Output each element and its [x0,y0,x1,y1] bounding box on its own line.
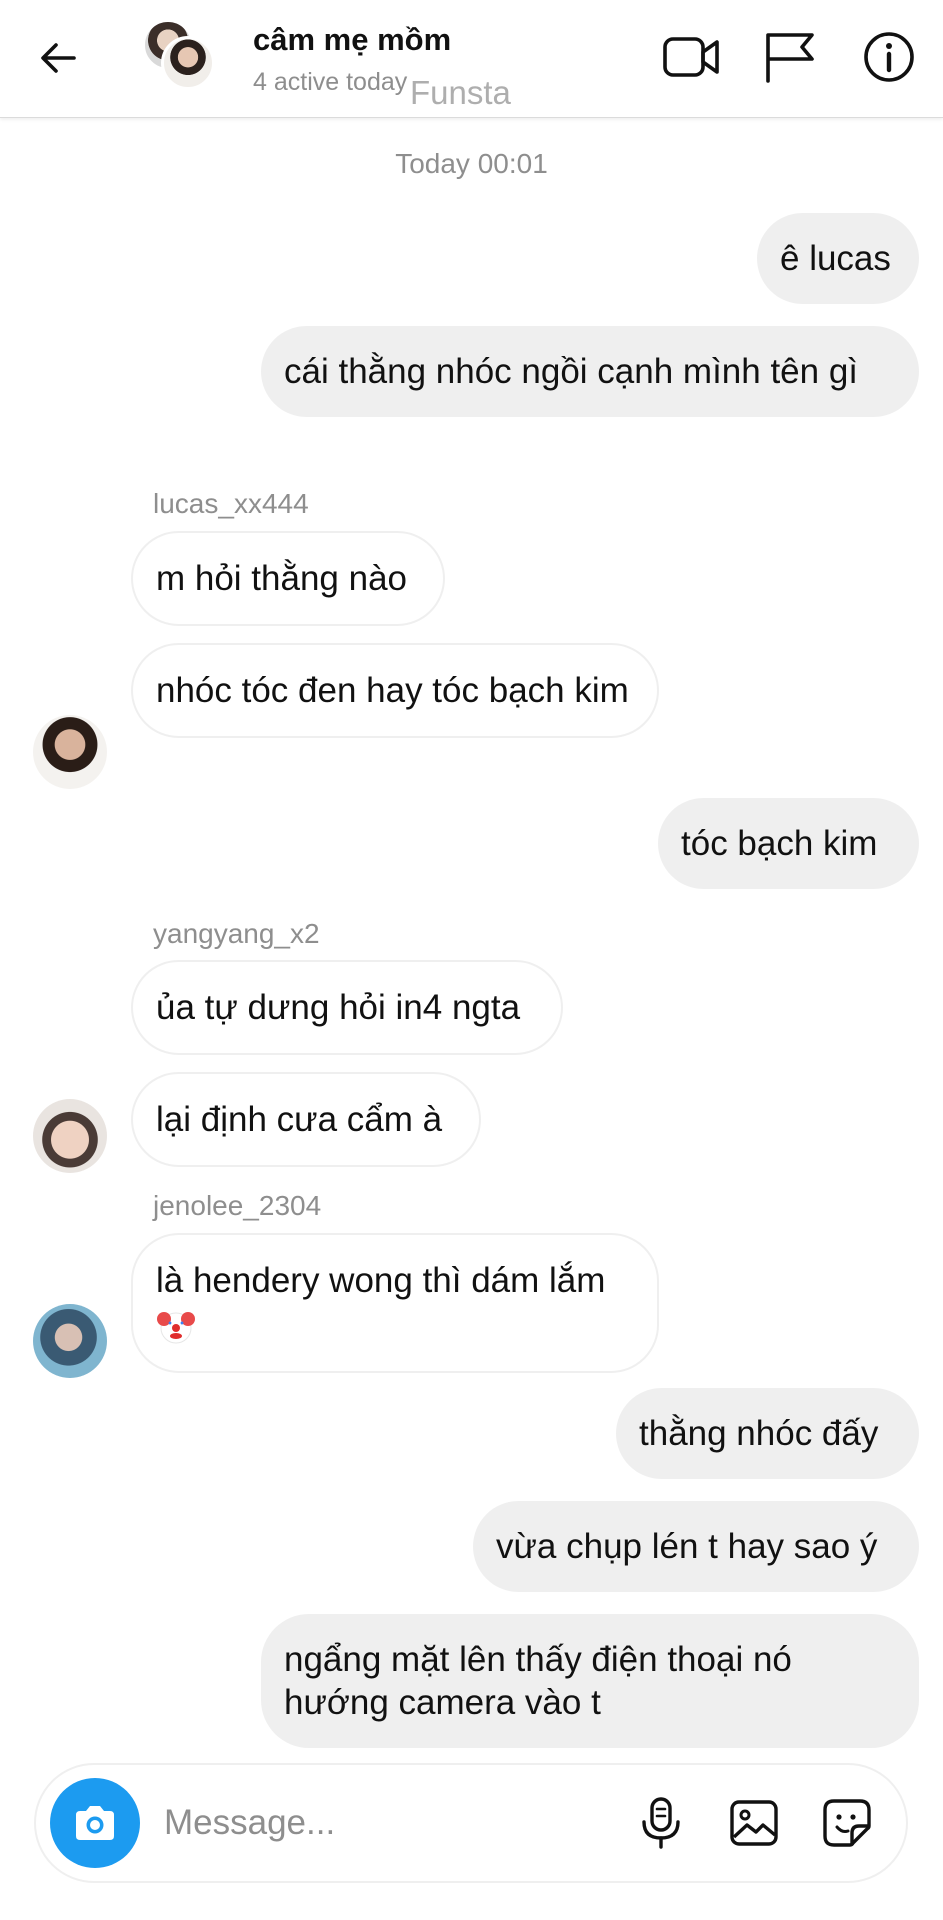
chat-title[interactable]: câm mẹ mồm [253,22,451,58]
microphone-icon [642,1797,680,1849]
outgoing-message[interactable]: ê lucas [757,213,919,304]
info-icon [864,32,914,82]
group-avatar[interactable] [143,20,215,92]
incoming-message[interactable]: là hendery wong thì dám lắm [131,1233,659,1373]
back-button[interactable] [30,30,86,86]
sender-name: yangyang_x2 [153,918,320,949]
flag-icon [766,33,814,83]
clown-face-emoji [157,1311,195,1344]
conversation-timestamp: Today 00:01 [395,148,548,179]
sticker-icon [823,1799,871,1847]
incoming-message[interactable]: m hỏi thằng nào [131,531,445,626]
voice-message-button[interactable] [631,1793,691,1853]
outgoing-message[interactable]: cái thằng nhóc ngồi cạnh mình tên gì [261,326,919,417]
camera-icon [76,1806,114,1840]
outgoing-message[interactable]: thằng nhóc đấy [616,1388,919,1479]
message-text: là hendery wong thì dám lắm [156,1261,606,1300]
outgoing-message[interactable]: vừa chụp lén t hay sao ý [473,1501,919,1592]
active-status: 4 active today [253,68,408,96]
message-input[interactable] [164,1795,604,1851]
video-call-button[interactable] [660,26,722,88]
sender-name: lucas_xx444 [153,488,309,519]
video-camera-icon [663,37,719,77]
sender-name: jenolee_2304 [153,1190,322,1221]
message-composer [34,1763,908,1883]
outgoing-message[interactable]: ngẩng mặt lên thấy điện thoại nó hướng c… [261,1614,919,1748]
image-icon [730,1800,778,1846]
sender-avatar[interactable] [33,715,107,789]
incoming-message[interactable]: ủa tự dưng hỏi in4 ngta [131,960,563,1055]
sticker-button[interactable] [817,1793,877,1853]
camera-button[interactable] [50,1778,140,1868]
group-avatar-front [161,36,215,90]
incoming-message[interactable]: nhóc tóc đen hay tóc bạch kim [131,643,659,738]
chat-header: câm mẹ mồm 4 active today Funsta [0,0,943,118]
gallery-button[interactable] [724,1793,784,1853]
sender-avatar[interactable] [33,1304,107,1378]
sender-avatar[interactable] [33,1099,107,1173]
info-button[interactable] [858,26,920,88]
watermark-text: Funsta [410,74,511,111]
report-button[interactable] [758,26,820,88]
outgoing-message[interactable]: tóc bạch kim [658,798,919,889]
incoming-message[interactable]: lại định cưa cẩm à [131,1072,481,1167]
arrow-left-icon [41,43,76,73]
